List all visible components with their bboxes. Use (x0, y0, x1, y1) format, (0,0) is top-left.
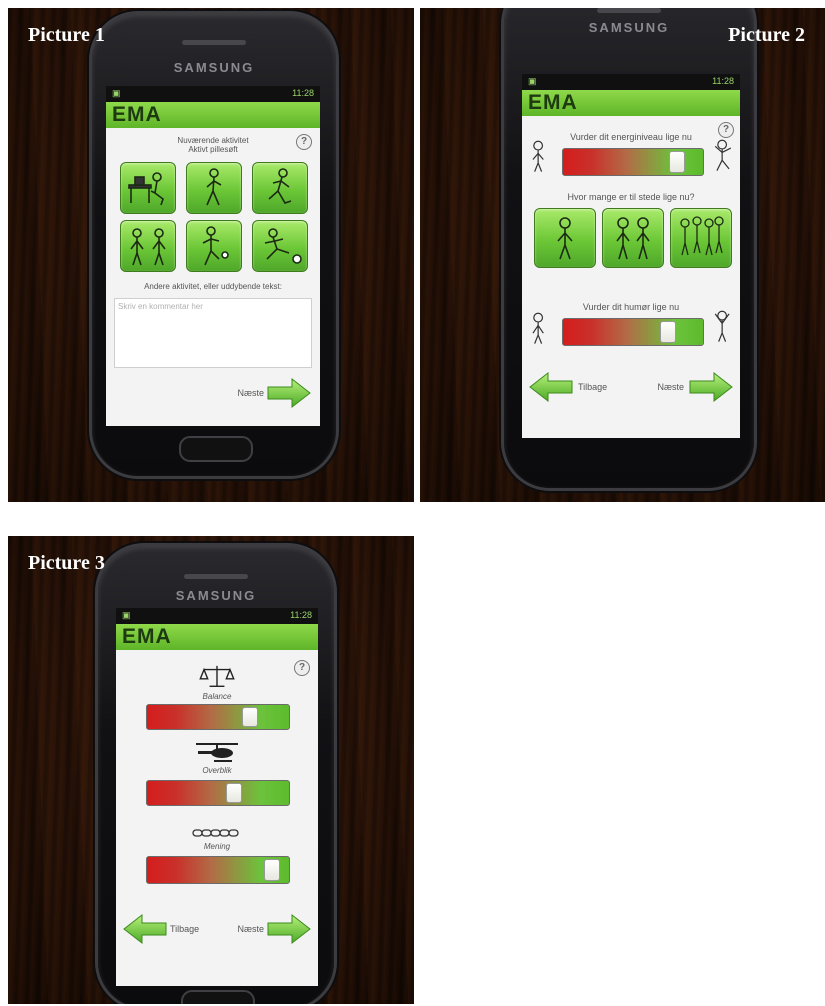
company-tile-group[interactable] (670, 208, 732, 268)
app-bar: EMA (116, 624, 318, 650)
arrow-right-icon (689, 371, 733, 403)
arrow-left-icon (529, 371, 573, 403)
back-button[interactable] (528, 371, 574, 403)
energy-question: Vurder dit energiniveau lige nu (570, 132, 692, 142)
chain-icon (192, 829, 239, 837)
app-title: EMA (112, 103, 162, 126)
activity-tile-standing-group[interactable] (120, 220, 176, 272)
happy-person-icon (714, 310, 730, 342)
app-title: EMA (122, 625, 172, 648)
status-bar: ▣ 11:28 (106, 86, 320, 102)
brand-logo: SAMSUNG (588, 20, 670, 35)
mood-slider[interactable] (562, 318, 704, 346)
app-bar: EMA (106, 102, 320, 128)
status-bar: ▣ 11:28 (522, 74, 740, 90)
company-tile-one[interactable] (534, 208, 596, 268)
comment-textarea[interactable]: Skriv en kommentar her (114, 298, 312, 368)
next-button[interactable] (266, 913, 312, 945)
arrow-right-icon (267, 377, 311, 409)
back-label: Tilbage (578, 382, 608, 392)
energy-slider-thumb[interactable] (669, 151, 685, 173)
earpiece (597, 8, 661, 13)
activity-tile-desk-work[interactable] (120, 162, 176, 214)
app-bar: EMA (522, 90, 740, 116)
home-button[interactable] (179, 436, 253, 462)
status-time: 11:28 (712, 76, 734, 86)
notification-icon: ▣ (112, 88, 121, 98)
next-label: Næste (657, 382, 684, 392)
activity-tile-walking[interactable] (186, 162, 242, 214)
panel-caption: Picture 2 (728, 24, 805, 46)
balance-label: Balance (202, 692, 232, 701)
mood-slider-thumb[interactable] (660, 321, 676, 343)
one-person-icon (557, 217, 573, 260)
balance-slider-thumb[interactable] (242, 707, 258, 727)
status-bar: ▣ 11:28 (116, 608, 318, 624)
standing-group-icon (130, 228, 166, 266)
next-button[interactable] (266, 377, 312, 409)
energetic-person-icon (714, 139, 732, 171)
status-time: 11:28 (290, 610, 312, 620)
phone-screen: ▣ 11:28 EMA ? Nuværende aktivitet Aktivt… (106, 86, 320, 426)
next-label: Næste (237, 388, 264, 398)
walking-icon (206, 168, 222, 206)
energy-slider[interactable] (562, 148, 704, 176)
photo-panel-1: Picture 1 SAMSUNG ▣ 11:28 EMA ? Nuværend… (8, 8, 414, 502)
other-activity-prompt: Andere aktivitet, eller uddybende tekst: (144, 282, 282, 291)
home-button[interactable] (181, 990, 255, 1004)
photo-panel-2: Picture 2 SAMSUNG ▣ 11:28 EMA ? Vurder d… (420, 8, 825, 502)
sad-person-icon (532, 312, 544, 344)
next-button[interactable] (688, 371, 734, 403)
arrow-right-icon (267, 913, 311, 945)
status-time: 11:28 (292, 88, 314, 98)
next-label: Næste (237, 924, 264, 934)
notification-icon: ▣ (122, 610, 131, 620)
notification-icon: ▣ (528, 76, 537, 86)
brand-logo: SAMSUNG (173, 60, 255, 75)
overblik-label: Overblik (202, 766, 232, 775)
back-button[interactable] (122, 913, 168, 945)
two-people-icon (616, 217, 650, 260)
phone: SAMSUNG ▣ 11:28 EMA ? Vurder dit energin… (504, 8, 754, 488)
app-title: EMA (528, 91, 578, 114)
arrow-left-icon (123, 913, 167, 945)
phone: SAMSUNG ▣ 11:28 EMA ? Nuværende aktivite… (92, 14, 336, 476)
football-juggle-icon (202, 226, 229, 266)
running-icon (268, 168, 292, 204)
activity-tile-football-kick[interactable] (252, 220, 308, 272)
mening-label: Mening (203, 842, 231, 851)
earpiece (182, 40, 246, 45)
mood-question: Vurder dit humør lige nu (582, 302, 680, 312)
phone-screen: ▣ 11:28 EMA ? Vurder dit energiniveau li… (522, 74, 740, 438)
company-question: Hvor mange er til stede lige nu? (567, 192, 695, 202)
back-label: Tilbage (170, 924, 200, 934)
mening-slider-thumb[interactable] (264, 859, 280, 881)
balance-slider[interactable] (146, 704, 290, 730)
help-icon[interactable]: ? (294, 660, 310, 676)
group-icon (680, 216, 724, 256)
brand-logo: SAMSUNG (175, 588, 257, 603)
photo-panel-3: Picture 3 SAMSUNG ▣ 11:28 EMA ? Balance … (8, 536, 414, 1004)
activity-tile-running[interactable] (252, 162, 308, 214)
helicopter-icon (196, 743, 238, 762)
overblik-slider-thumb[interactable] (226, 783, 242, 803)
activity-question: Nuværende aktivitet Aktivt pillesøft (177, 136, 249, 154)
scales-icon (199, 665, 235, 687)
mening-slider[interactable] (146, 856, 290, 884)
phone-screen: ▣ 11:28 EMA ? Balance Overblik Mening Ti… (116, 608, 318, 986)
panel-caption: Picture 3 (28, 552, 105, 574)
activity-tile-football-juggle[interactable] (186, 220, 242, 272)
desk-work-icon (128, 172, 164, 206)
earpiece (184, 574, 248, 579)
overblik-slider[interactable] (146, 780, 290, 806)
football-kick-icon (264, 228, 302, 264)
tired-person-icon (532, 140, 544, 172)
panel-caption: Picture 1 (28, 24, 105, 46)
company-tile-two[interactable] (602, 208, 664, 268)
phone: SAMSUNG ▣ 11:28 EMA ? Balance Overblik M… (98, 546, 334, 1004)
